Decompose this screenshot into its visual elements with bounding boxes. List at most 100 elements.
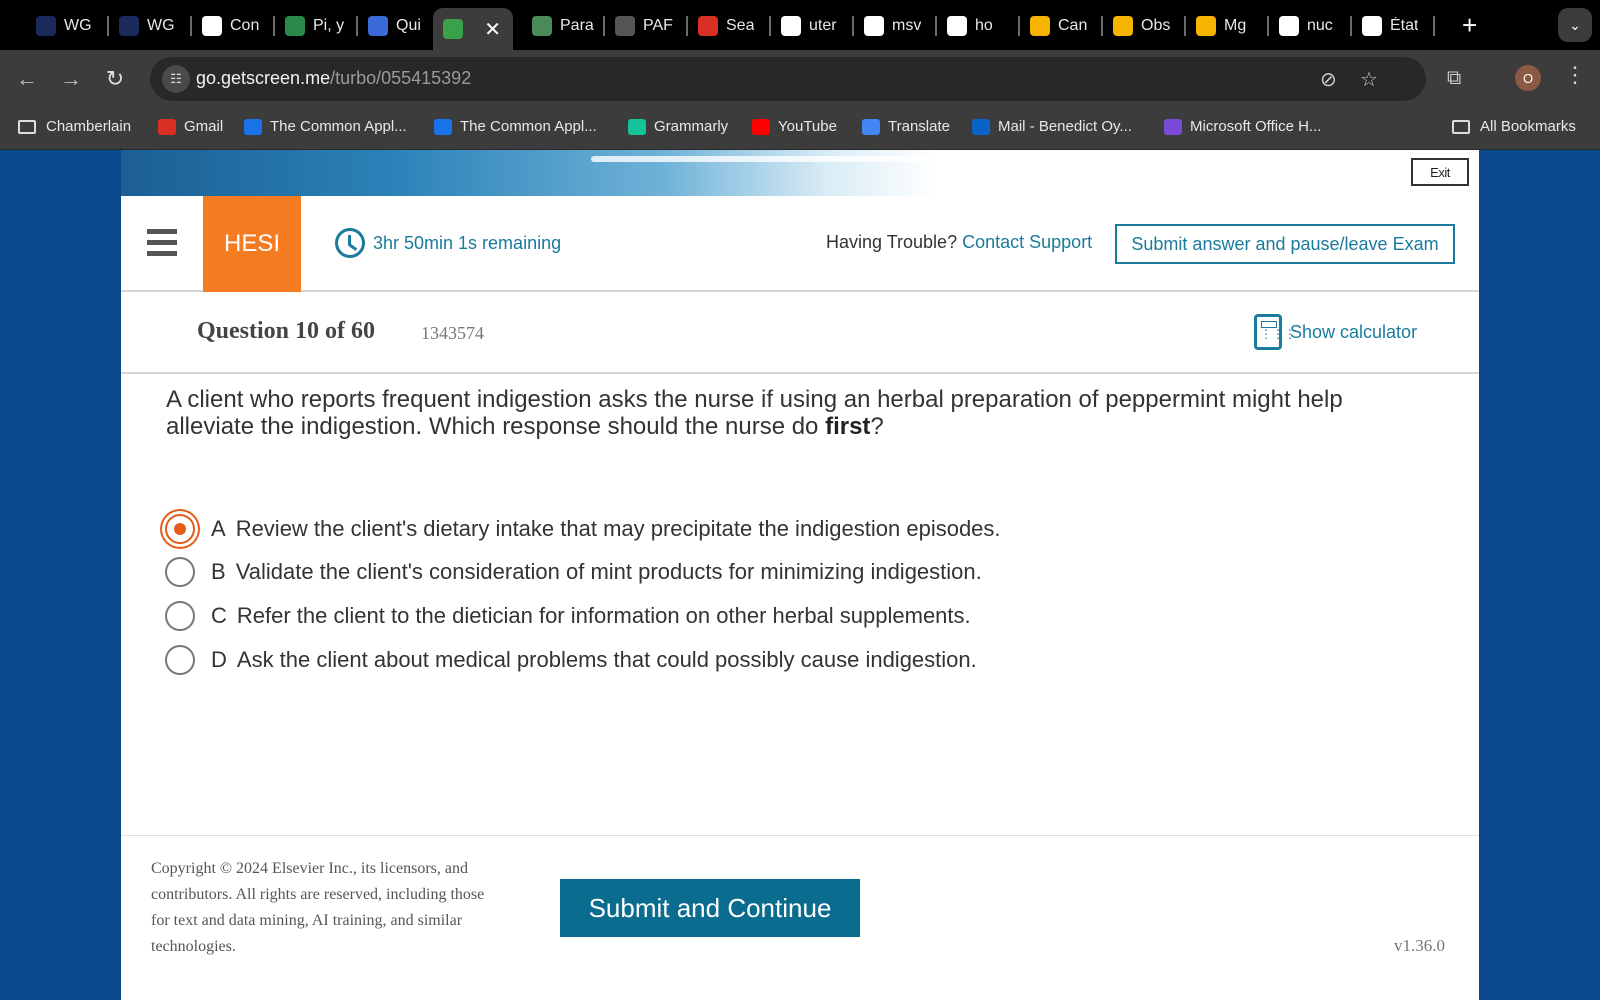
google-icon <box>1279 16 1299 36</box>
bookmark-item[interactable]: Chamberlain <box>18 118 131 135</box>
browser-tab[interactable]: Con <box>192 8 264 44</box>
tab-title: msv <box>892 17 922 34</box>
show-calculator-button[interactable]: Show calculator <box>1254 314 1417 350</box>
bookmark-label: Mail - Benedict Oy... <box>998 118 1132 135</box>
office-icon <box>1164 118 1182 135</box>
version-label: v1.36.0 <box>1394 936 1445 955</box>
tab-title: Mg <box>1224 17 1247 34</box>
bookmark-label: The Common Appl... <box>270 118 407 135</box>
tab-title: uter <box>809 17 837 34</box>
tab-title: État <box>1390 17 1419 34</box>
bookmark-item[interactable]: Translate <box>862 118 950 135</box>
clock-icon <box>335 228 365 258</box>
tab-title: PAF <box>643 17 673 34</box>
address-bar[interactable]: ☷ go.getscreen.me/turbo/055415392 ⊘ ☆ <box>150 57 1426 101</box>
url-text: go.getscreen.me/turbo/055415392 <box>196 68 472 88</box>
browser-tab[interactable]: Sea <box>688 8 760 44</box>
radio-button[interactable] <box>165 514 195 544</box>
tab-title: Can <box>1058 17 1088 34</box>
exam-timer: 3hr 50min 1s remaining <box>335 228 561 258</box>
browser-tab[interactable]: nuc <box>1269 8 1341 44</box>
common-app-icon <box>434 118 452 135</box>
browser-tab[interactable]: WG <box>26 8 98 44</box>
drive-icon <box>1113 16 1133 36</box>
bookmark-item[interactable]: Mail - Benedict Oy... <box>972 118 1132 135</box>
bookmark-label: Grammarly <box>654 118 729 135</box>
all-bookmarks-button[interactable]: All Bookmarks <box>1452 118 1576 135</box>
bookmark-label: The Common Appl... <box>460 118 597 135</box>
radio-button[interactable] <box>165 645 195 675</box>
browser-tab[interactable]: Para <box>522 8 594 44</box>
tab-title: Qui <box>396 17 421 34</box>
grammarly-icon <box>628 118 646 135</box>
calculator-icon <box>1254 314 1296 350</box>
exit-button[interactable]: Exit <box>1411 158 1469 186</box>
timer-text: 3hr 50min 1s remaining <box>373 232 562 253</box>
slides-icon <box>1196 16 1216 36</box>
extensions-icon[interactable]: ⧉ <box>1447 67 1461 90</box>
question-number: Question 10 of 60 <box>197 318 376 344</box>
tab-title: Pi, y <box>313 17 345 34</box>
bookmark-item[interactable]: The Common Appl... <box>244 118 407 135</box>
outlook-icon <box>972 118 990 135</box>
radio-button[interactable] <box>165 601 195 631</box>
browser-tab[interactable]: Mg <box>1186 8 1258 44</box>
tab-title: ho <box>975 17 993 34</box>
bookmark-label: YouTube <box>778 118 837 135</box>
answer-option-c[interactable]: C Refer the client to the dietician for … <box>165 601 971 631</box>
answer-option-a[interactable]: A Review the client's dietary intake tha… <box>165 514 1001 544</box>
submit-pause-leave-button[interactable]: Submit answer and pause/leave Exam <box>1115 224 1455 264</box>
exam-header: HESI 3hr 50min 1s remaining Having Troub… <box>121 196 1479 292</box>
quizlet-arrow-icon <box>368 16 388 36</box>
browser-tab[interactable]: msv <box>854 8 926 44</box>
browser-tab[interactable]: Qui <box>358 8 430 44</box>
bookmark-item[interactable]: YouTube <box>752 118 837 135</box>
browser-tab[interactable]: ✕ <box>433 8 513 50</box>
browser-tab[interactable]: uter <box>771 8 843 44</box>
site-info-icon[interactable]: ☷ <box>162 65 190 93</box>
radio-button[interactable] <box>165 557 195 587</box>
bookmark-star-icon[interactable]: ☆ <box>1360 67 1378 92</box>
no-eye-icon[interactable]: ⊘ <box>1320 67 1337 92</box>
answer-option-d[interactable]: D Ask the client about medical problems … <box>165 645 977 675</box>
active-arrow-icon <box>443 19 463 39</box>
common-app-icon <box>244 118 262 135</box>
back-arrow-icon[interactable]: ← <box>12 64 42 94</box>
trouble-text: Having Trouble? <box>826 232 958 252</box>
google-icon <box>781 16 801 36</box>
bookmark-label: Gmail <box>184 118 224 135</box>
browser-menu-icon[interactable]: ⋮ <box>1564 62 1586 88</box>
copyright-text: Copyright © 2024 Elsevier Inc., its lice… <box>151 860 485 955</box>
bookmarks-bar: Chamberlain Gmail The Common Appl... The Co… <box>0 108 1600 150</box>
browser-tab[interactable]: PAF <box>605 8 677 44</box>
answer-option-b[interactable]: B Validate the client's consideration of… <box>165 557 982 587</box>
new-tab-button[interactable]: + <box>1462 10 1477 41</box>
browser-tab[interactable]: WG <box>109 8 181 44</box>
browser-tab[interactable]: Can <box>1020 8 1092 44</box>
reload-icon[interactable]: ↻ <box>100 64 130 94</box>
browser-tab[interactable]: Pi, y <box>275 8 347 44</box>
forward-arrow-icon[interactable]: → <box>56 64 86 94</box>
bookmark-item[interactable]: Microsoft Office H... <box>1164 118 1321 135</box>
folder-icon <box>1452 119 1470 134</box>
question-stem: A client who reports frequent indigestio… <box>166 386 1343 440</box>
calculator-label: Show calculator <box>1290 321 1418 342</box>
bookmark-item[interactable]: The Common Appl... <box>434 118 597 135</box>
browser-tab[interactable]: ho <box>937 8 1009 44</box>
tab-search-chevron-icon[interactable]: ⌄ <box>1558 8 1592 42</box>
drive-icon <box>1030 16 1050 36</box>
bookmark-item[interactable]: Grammarly <box>628 118 728 135</box>
translate-icon <box>862 118 880 135</box>
browser-tab[interactable]: État <box>1352 8 1424 44</box>
bookmark-item[interactable]: Gmail <box>158 118 223 135</box>
wg-icon <box>119 16 139 36</box>
submit-and-continue-button[interactable]: Submit and Continue <box>560 879 860 937</box>
gmail-icon <box>158 118 176 135</box>
close-tab-icon[interactable]: ✕ <box>484 17 501 42</box>
tab-title: Con <box>230 17 260 34</box>
contact-support-link[interactable]: Contact Support <box>962 232 1092 252</box>
hamburger-menu-icon[interactable] <box>147 229 177 257</box>
bookmark-label: Microsoft Office H... <box>1190 118 1322 135</box>
browser-tab[interactable]: Obs <box>1103 8 1175 44</box>
profile-avatar[interactable]: O <box>1515 65 1541 91</box>
